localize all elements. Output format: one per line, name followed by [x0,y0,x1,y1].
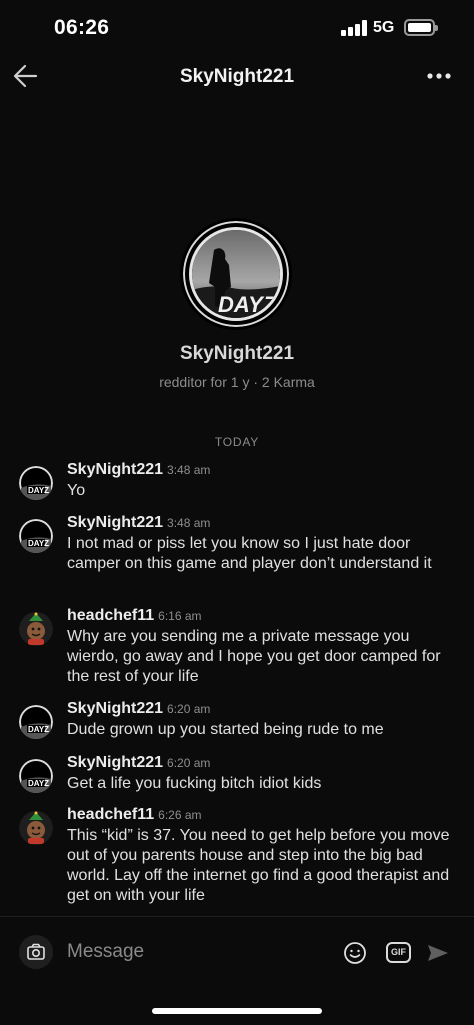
skynight-avatar[interactable]: DAYZ [19,759,53,793]
dayz-avatar-icon: DAYZ [19,759,53,793]
message-author[interactable]: headchef11 [67,806,154,823]
skynight-avatar[interactable]: DAYZ [19,519,53,553]
message-text: Why are you sending me a private message… [67,628,441,685]
network-label: 5G [373,19,395,36]
message-text: This “kid” is 37. You need to get help b… [67,827,450,904]
message-time: 3:48 am [167,463,211,477]
message-item: DAYZ SkyNight221 3:48 am I not mad or pis… [0,514,474,596]
message-item: DAYZ SkyNight221 3:48 am Yo [0,461,474,509]
message-time: 3:48 am [167,516,211,530]
message-item: headchef11 6:16 am Why are you sending me… [0,607,474,689]
chef-avatar-icon [19,811,53,845]
home-indicator [152,1008,322,1014]
message-author[interactable]: SkyNight221 [67,754,163,771]
gif-button[interactable]: GIF [386,942,411,963]
message-time: 6:20 am [167,702,211,716]
avatar-logo-text: DAYZ [218,292,278,317]
send-button[interactable] [426,941,450,965]
message-time: 6:26 am [158,808,202,822]
message-time: 6:16 am [158,609,202,623]
skynight-avatar[interactable]: DAYZ [19,705,53,739]
chef-avatar-icon [19,612,53,646]
more-options-button[interactable] [424,62,454,90]
send-icon [428,945,448,961]
profile-avatar[interactable]: DAYZ [180,218,292,330]
more-horizontal-icon [427,73,451,79]
dayz-avatar-icon: DAYZ [19,519,53,553]
camera-icon [27,943,45,960]
message-text: I not mad or piss let you know so I just… [67,535,432,572]
message-author[interactable]: SkyNight221 [67,514,163,531]
message-author[interactable]: SkyNight221 [67,461,163,478]
message-text: Dude grown up you started being rude to … [67,721,384,738]
camera-button[interactable] [19,935,53,969]
message-composer: GIF [0,916,474,991]
status-time: 06:26 [54,16,110,39]
headchef-avatar[interactable] [19,811,53,845]
message-text: Yo [67,482,86,499]
header-title: SkyNight221 [179,66,295,87]
message-author[interactable]: headchef11 [67,607,154,624]
message-author[interactable]: SkyNight221 [67,700,163,717]
battery-icon [404,19,438,36]
emoji-icon [344,942,366,964]
dayz-avatar-icon: DAYZ [19,705,53,739]
date-divider: TODAY [214,435,260,449]
status-bar: 06:26 5G [0,0,474,56]
profile-meta: redditor for 1 y · 2 Karma [159,374,315,390]
emoji-button[interactable] [343,941,367,965]
svg-text:DAYZ: DAYZ [28,486,49,495]
dayz-avatar-image: DAYZ [192,230,280,318]
message-item: DAYZ SkyNight221 6:20 am Get a life you f… [0,754,474,802]
profile-name[interactable]: SkyNight221 [0,343,474,365]
svg-text:DAYZ: DAYZ [28,539,49,548]
message-time: 6:20 am [167,756,211,770]
svg-text:DAYZ: DAYZ [28,779,49,788]
skynight-avatar[interactable]: DAYZ [19,466,53,500]
headchef-avatar[interactable] [19,612,53,646]
svg-text:DAYZ: DAYZ [28,725,49,734]
message-input[interactable] [67,939,317,965]
dayz-avatar-icon: DAYZ [19,466,53,500]
message-item: DAYZ SkyNight221 6:20 am Dude grown up yo… [0,700,474,748]
chat-header: SkyNight221 [0,56,474,100]
message-text: Get a life you fucking bitch idiot kids [67,775,322,792]
message-item: headchef11 6:26 am This “kid” is 37. You … [0,806,474,910]
signal-icon [341,20,367,36]
